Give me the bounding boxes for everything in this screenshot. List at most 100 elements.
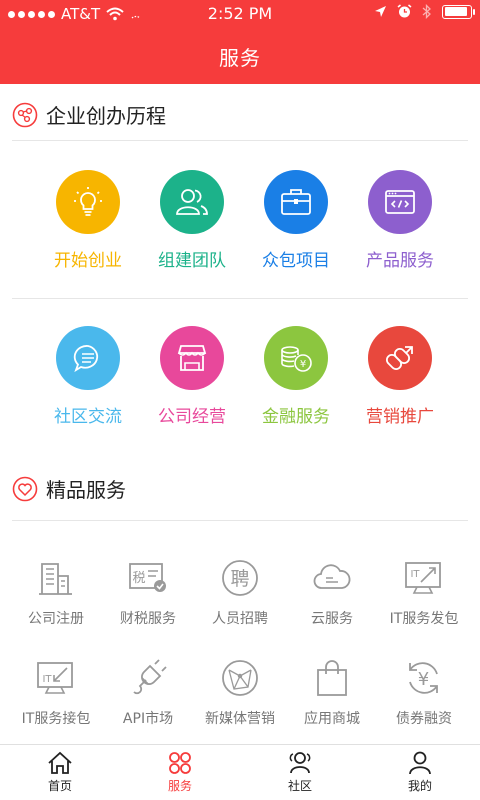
chat-bubble-icon — [73, 345, 99, 373]
circle-bg — [160, 170, 224, 234]
profile-icon — [409, 751, 431, 775]
service-app-store[interactable]: 应用商城 — [288, 656, 376, 728]
tax-icon: 税 — [129, 563, 166, 592]
tab-label: 社区 — [287, 779, 312, 793]
bluetooth-icon — [422, 4, 431, 19]
lightbulb-icon — [74, 187, 102, 216]
service-tax[interactable]: 税 财税服务 — [104, 556, 192, 628]
divider — [12, 520, 468, 521]
service-it-contracting[interactable]: IT IT服务接包 — [12, 656, 100, 728]
startup-row-1: 开始创业 组建团队 众包项目 产品服务 — [0, 170, 480, 271]
service-label: 产品服务 — [366, 251, 434, 271]
bottom-tab-bar: 首页 服务 社区 我的 — [0, 744, 480, 800]
service-bond-financing[interactable]: ¥ 债券融资 — [380, 656, 468, 728]
service-new-media-marketing[interactable]: 新媒体营销 — [196, 656, 284, 728]
services-icon — [169, 752, 191, 774]
service-it-outsourcing[interactable]: IT IT服务发包 — [380, 556, 468, 628]
network-globe-icon — [222, 660, 258, 696]
service-label: 社区交流 — [54, 407, 122, 427]
section-title: 企业创办历程 — [46, 104, 166, 128]
section-header-startup: 企业创办历程 — [12, 100, 166, 129]
service-product[interactable]: 产品服务 — [348, 170, 452, 271]
tab-label: 首页 — [47, 779, 72, 793]
service-company-operation[interactable]: 公司经营 — [140, 326, 244, 427]
service-label: 云服务 — [311, 611, 353, 627]
storefront-icon — [177, 345, 207, 371]
service-label: 营销推广 — [366, 407, 434, 427]
tab-label: 我的 — [407, 779, 432, 793]
circle-bg — [264, 170, 328, 234]
status-bar: AT&T 2:52 PM — [0, 0, 480, 28]
yuan-glyph: ¥ — [418, 669, 429, 690]
circle-bg — [160, 326, 224, 390]
battery-icon — [442, 4, 475, 19]
service-label: IT服务发包 — [389, 611, 459, 627]
community-icon — [289, 752, 311, 774]
service-recruitment[interactable]: 聘 人员招聘 — [196, 556, 284, 628]
service-label: 债券融资 — [396, 711, 452, 727]
service-cloud[interactable]: 云服务 — [288, 556, 376, 628]
tab-profile[interactable]: 我的 — [360, 745, 480, 800]
yuan-refresh-icon: ¥ — [409, 662, 438, 694]
home-icon — [48, 751, 72, 774]
service-label: 公司注册 — [28, 611, 84, 627]
service-company-registration[interactable]: 公司注册 — [12, 556, 100, 628]
it-glyph: IT — [410, 569, 420, 580]
service-label: 开始创业 — [54, 251, 122, 271]
briefcase-icon — [281, 189, 311, 215]
service-api-market[interactable]: API市场 — [104, 656, 192, 728]
coins-icon: ¥ — [281, 346, 312, 372]
premium-row-2: IT IT服务接包 API市场 新媒体营销 应用商城 ¥ 债券融资 — [0, 656, 480, 728]
code-window-icon — [385, 190, 415, 214]
service-label: 新媒体营销 — [205, 711, 275, 727]
divider — [12, 140, 468, 141]
service-marketing[interactable]: 营销推广 — [348, 326, 452, 427]
page-title: 服务 — [219, 46, 261, 70]
building-icon — [39, 563, 72, 595]
service-label: 财税服务 — [120, 611, 176, 627]
section-title: 精品服务 — [46, 478, 126, 502]
divider — [12, 298, 468, 299]
premium-row-1: 公司注册 税 财税服务 聘 人员招聘 云服务 IT IT服务发包 — [0, 556, 480, 628]
startup-row-2: 社区交流 公司经营 ¥ 金融服务 营销推广 — [0, 326, 480, 427]
it-glyph: IT — [42, 674, 52, 685]
nodes-icon — [12, 102, 38, 127]
section-header-premium: 精品服务 — [12, 474, 126, 503]
alarm-icon — [397, 4, 412, 18]
service-crowdsource-projects[interactable]: 众包项目 — [244, 170, 348, 271]
service-label: 人员招聘 — [212, 611, 268, 627]
circle-bg — [368, 170, 432, 234]
share-link-icon — [385, 346, 413, 371]
it-outsource-icon: IT — [405, 562, 441, 594]
service-finance[interactable]: ¥ 金融服务 — [244, 326, 348, 427]
service-community[interactable]: 社区交流 — [36, 326, 140, 427]
tax-glyph: 税 — [132, 571, 145, 586]
tab-services[interactable]: 服务 — [120, 745, 240, 800]
recruit-icon: 聘 — [222, 560, 258, 596]
circle-bg — [56, 170, 120, 234]
service-label: API市场 — [122, 711, 174, 727]
service-build-team[interactable]: 组建团队 — [140, 170, 244, 271]
service-label: 众包项目 — [262, 251, 330, 271]
cloud-icon — [313, 564, 351, 589]
circle-bg: ¥ — [264, 326, 328, 390]
team-icon — [176, 189, 208, 215]
shopping-bag-icon — [317, 660, 347, 696]
svg-text:¥: ¥ — [300, 359, 306, 370]
tab-label: 服务 — [167, 779, 192, 793]
it-receive-icon: IT — [37, 662, 73, 694]
recruit-glyph: 聘 — [230, 568, 249, 590]
service-label: 金融服务 — [262, 407, 330, 427]
service-label: IT服务接包 — [21, 711, 91, 727]
circle-bg — [56, 326, 120, 390]
service-start-business[interactable]: 开始创业 — [36, 170, 140, 271]
tab-home[interactable]: 首页 — [0, 745, 120, 800]
service-label: 组建团队 — [158, 251, 226, 271]
service-label: 公司经营 — [158, 407, 226, 427]
tab-community[interactable]: 社区 — [240, 745, 360, 800]
service-label: 应用商城 — [304, 711, 360, 727]
circle-bg — [368, 326, 432, 390]
location-arrow-icon — [375, 6, 386, 17]
heart-badge-icon — [12, 476, 38, 501]
plug-icon — [133, 659, 167, 695]
